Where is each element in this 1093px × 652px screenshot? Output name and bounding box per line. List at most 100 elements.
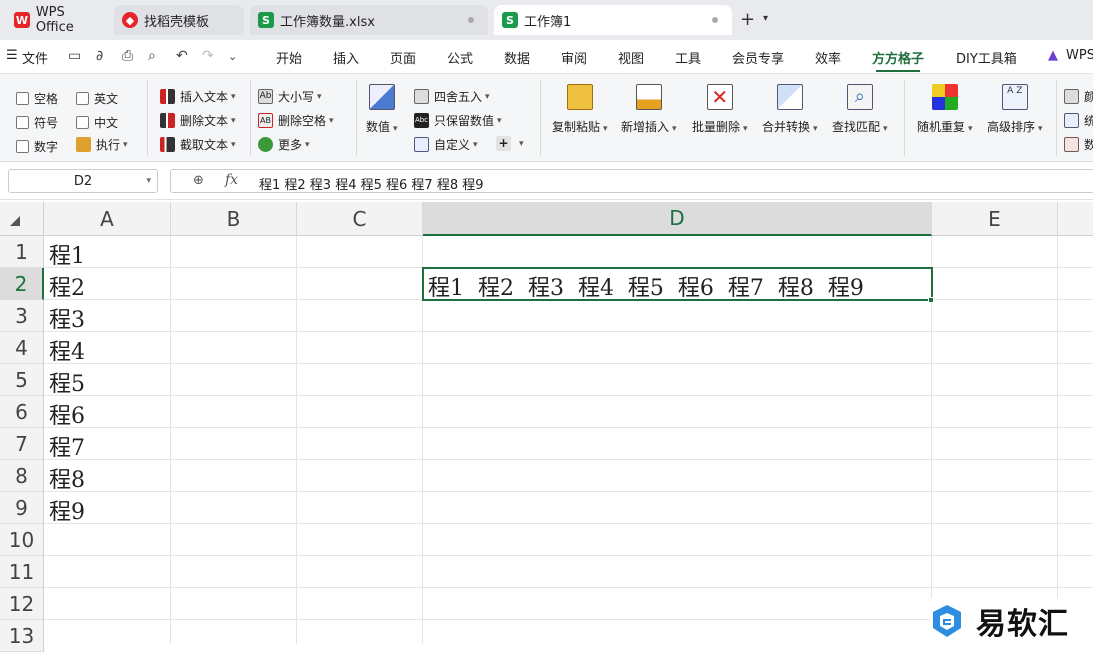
- column-header-c[interactable]: C: [297, 202, 423, 236]
- menu-fangfang-gezi[interactable]: 方方格子: [872, 48, 924, 67]
- color-button[interactable]: 颜: [1064, 88, 1093, 105]
- menu-tools[interactable]: 工具: [675, 48, 701, 67]
- plus-icon: +: [496, 136, 511, 151]
- column-header-a[interactable]: A: [44, 202, 171, 236]
- function-icon[interactable]: fx: [225, 172, 238, 188]
- data-button[interactable]: 数: [1064, 136, 1093, 153]
- menu-home[interactable]: 开始: [276, 48, 302, 67]
- checkbox-symbol[interactable]: 符号: [16, 114, 58, 131]
- row-header-6[interactable]: 6: [0, 396, 44, 428]
- menu-diy-toolbox[interactable]: DIY工具箱: [956, 48, 1017, 67]
- extract-text-button[interactable]: 截取文本 ▾: [160, 136, 236, 153]
- cell-a3[interactable]: 程3: [49, 302, 85, 334]
- insert-text-button[interactable]: 插入文本 ▾: [160, 88, 236, 105]
- clipboard-icon: [566, 84, 593, 110]
- menu-wps[interactable]: WPS: [1066, 48, 1093, 63]
- cell-a4[interactable]: 程4: [49, 334, 85, 366]
- cell-d2[interactable]: 程1 程2 程3 程4 程5 程6 程7 程8 程9: [428, 270, 864, 302]
- menu-view[interactable]: 视图: [618, 48, 644, 67]
- chevron-down-icon[interactable]: ⌄: [228, 50, 237, 63]
- cell-a9[interactable]: 程9: [49, 494, 85, 526]
- checkbox-label: 中文: [94, 116, 119, 130]
- more-button[interactable]: 更多 ▾: [258, 136, 310, 153]
- zoom-icon[interactable]: ⊕: [193, 173, 204, 188]
- column-header-e[interactable]: E: [932, 202, 1058, 236]
- menu-review[interactable]: 审阅: [561, 48, 587, 67]
- print-preview-icon[interactable]: ⌕: [148, 48, 156, 64]
- fill-handle[interactable]: [928, 297, 934, 303]
- row-header-12[interactable]: 12: [0, 588, 44, 620]
- advanced-sort-button[interactable]: A Z 高级排序 ▾: [987, 84, 1043, 135]
- add-button[interactable]: + ▾: [496, 136, 524, 151]
- wps-ai-icon[interactable]: ▲: [1048, 48, 1058, 63]
- menu-page[interactable]: 页面: [390, 48, 416, 67]
- tab-wps-office[interactable]: W WPS Office: [6, 5, 106, 35]
- row-header-7[interactable]: 7: [0, 428, 44, 460]
- checkbox-chinese[interactable]: 中文: [76, 114, 118, 131]
- print-icon[interactable]: ⎙: [122, 48, 133, 64]
- menu-icon[interactable]: ☰: [6, 48, 18, 63]
- stats-button[interactable]: 统: [1064, 112, 1093, 129]
- name-box[interactable]: D2 ▾: [8, 169, 158, 193]
- row-header-2[interactable]: 2: [0, 268, 44, 300]
- merge-convert-button[interactable]: 合并转换 ▾: [762, 84, 818, 135]
- checkbox-label: 数字: [34, 140, 59, 154]
- menu-insert[interactable]: 插入: [333, 48, 359, 67]
- round-button[interactable]: 四舍五入 ▾: [414, 88, 490, 105]
- row-header-1[interactable]: 1: [0, 236, 44, 268]
- column-header-d[interactable]: D: [423, 202, 932, 236]
- formula-input[interactable]: ⊕ fx 程1 程2 程3 程4 程5 程6 程7 程8 程9: [170, 169, 1093, 193]
- column-header-f[interactable]: [1058, 202, 1093, 236]
- row-header-4[interactable]: 4: [0, 332, 44, 364]
- checkbox-number[interactable]: 数字: [16, 138, 58, 155]
- link-icon[interactable]: ∂: [96, 48, 103, 64]
- menu-file[interactable]: 文件: [22, 48, 48, 67]
- cell-a6[interactable]: 程6: [49, 398, 85, 430]
- menu-data[interactable]: 数据: [504, 48, 530, 67]
- button-label: 截取文本: [180, 138, 229, 152]
- delete-x-icon: ✕: [706, 84, 733, 110]
- batch-delete-button[interactable]: ✕ 批量删除 ▾: [692, 84, 748, 135]
- row-header-5[interactable]: 5: [0, 364, 44, 396]
- tab-workbook1[interactable]: S 工作簿1: [494, 5, 732, 35]
- tab-label: 找稻壳模板: [144, 14, 210, 30]
- column-header-b[interactable]: B: [171, 202, 297, 236]
- tab-workbook-count[interactable]: S 工作簿数量.xlsx: [250, 5, 488, 35]
- delete-text-button[interactable]: 删除文本 ▾: [160, 112, 236, 129]
- row-header-13[interactable]: 13: [0, 620, 44, 652]
- cell-a1[interactable]: 程1: [49, 238, 85, 270]
- menu-formula[interactable]: 公式: [447, 48, 473, 67]
- save-icon[interactable]: ▭: [68, 48, 81, 64]
- new-insert-button[interactable]: 新增插入 ▾: [621, 84, 677, 135]
- case-button[interactable]: Ab 大小写 ▾: [258, 88, 322, 105]
- row-header-11[interactable]: 11: [0, 556, 44, 588]
- menu-member[interactable]: 会员专享: [732, 48, 784, 67]
- row-header-9[interactable]: 9: [0, 492, 44, 524]
- cell-a2[interactable]: 程2: [49, 270, 85, 302]
- chevron-down-icon[interactable]: ▾: [763, 13, 768, 24]
- checkbox-english[interactable]: 英文: [76, 90, 118, 107]
- cell-a5[interactable]: 程5: [49, 366, 85, 398]
- number-button[interactable]: 数值 ▾: [366, 84, 398, 135]
- execute-button[interactable]: 执行 ▾: [76, 136, 128, 153]
- checkbox-space[interactable]: 空格: [16, 90, 58, 107]
- gridline: [1057, 236, 1058, 644]
- undo-icon[interactable]: ↶: [176, 48, 188, 64]
- find-match-button[interactable]: ⌕ 查找匹配 ▾: [832, 84, 888, 135]
- copy-paste-button[interactable]: 复制粘贴 ▾: [552, 84, 608, 135]
- row-header-10[interactable]: 10: [0, 524, 44, 556]
- row-header-8[interactable]: 8: [0, 460, 44, 492]
- row-header-3[interactable]: 3: [0, 300, 44, 332]
- menu-efficiency[interactable]: 效率: [815, 48, 841, 67]
- new-tab-button[interactable]: +: [740, 9, 755, 30]
- select-all-corner[interactable]: [0, 202, 44, 236]
- cell-a8[interactable]: 程8: [49, 462, 85, 494]
- delete-space-button[interactable]: AB 删除空格 ▾: [258, 112, 334, 129]
- cell-a7[interactable]: 程7: [49, 430, 85, 462]
- gridline: [44, 587, 1093, 588]
- keep-values-button[interactable]: Abc 只保留数值 ▾: [414, 112, 502, 129]
- redo-icon[interactable]: ↷: [202, 48, 214, 64]
- tab-docer-templates[interactable]: ◆ 找稻壳模板: [114, 5, 244, 35]
- custom-button[interactable]: 自定义 ▾: [414, 136, 478, 153]
- random-repeat-button[interactable]: 随机重复 ▾: [917, 84, 973, 135]
